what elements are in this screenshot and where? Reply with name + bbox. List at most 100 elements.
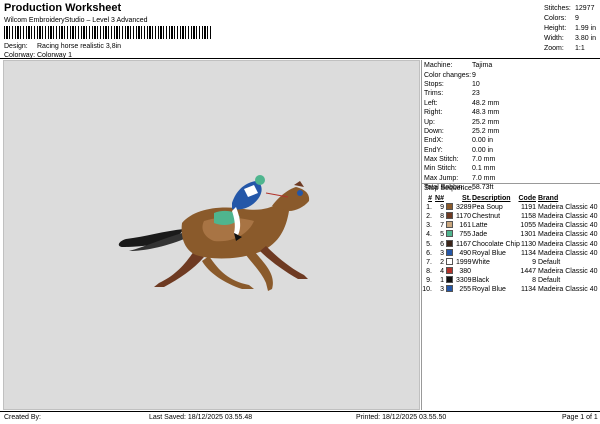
stat-label: Stitches:	[544, 4, 571, 12]
row-needle: 4	[440, 267, 444, 275]
row-swatch	[446, 284, 456, 294]
row-brand: Madeira Classic 40	[538, 267, 598, 275]
row-description: Pea Soup	[472, 204, 503, 212]
info-value: Tajima	[472, 62, 493, 70]
stat-value: 1:1	[575, 44, 585, 52]
row-swatch	[446, 275, 456, 285]
info-label: Stops:	[424, 80, 444, 88]
last-saved: Last Saved: 18/12/2025 03.55.48	[149, 414, 253, 421]
thread-color-swatch	[446, 266, 453, 274]
table-row: 8. 4 380 1447 Madeira Classic 40	[422, 266, 600, 276]
info-row: Max Jump: 7.0 mm	[424, 174, 600, 183]
row-description: Chocolate Chip	[472, 240, 520, 248]
created-by: Created By:	[4, 414, 41, 421]
row-code: 1134	[520, 249, 536, 257]
row-swatch	[446, 266, 456, 276]
info-value: 58.73ft	[472, 184, 494, 192]
info-label: Max Jump:	[424, 174, 459, 182]
thread-color-swatch	[446, 230, 453, 238]
stat-label: Height:	[544, 24, 567, 32]
stat-value: 1.99 in	[575, 24, 597, 32]
info-value: 48.3 mm	[472, 109, 500, 117]
stat-label: Colors:	[544, 14, 567, 22]
table-row: 10. 3 255 Royal Blue 1134 Madeira Classic 40	[422, 284, 600, 294]
row-brand: Madeira Classic 40	[538, 231, 598, 239]
info-value: 0.1 mm	[472, 165, 496, 173]
info-label: Left:	[424, 99, 438, 107]
table-row: 7. 2 1999 White 9 Default	[422, 257, 600, 267]
stat-label: Width:	[544, 34, 564, 42]
row-swatch	[446, 212, 456, 221]
machine-info: Machine: Tajima Color changes: 9 Stops: 10 …	[422, 60, 600, 192]
thread-color-swatch	[446, 203, 453, 211]
row-needle: 7	[440, 222, 444, 230]
row-code: 8	[532, 276, 536, 284]
horse-blinker	[297, 190, 303, 196]
col-no: #	[428, 195, 432, 203]
col-description: Description	[472, 195, 511, 203]
row-code: 9	[532, 258, 536, 266]
stop-sequence-table: # N# St. Description Code Brand 1. 9 3289 P…	[422, 194, 600, 294]
row-number: 5.	[426, 240, 432, 248]
row-description: Chestnut	[472, 213, 501, 221]
row-swatch	[446, 257, 456, 267]
jockey-silks	[232, 181, 262, 210]
row-number: 2.	[426, 213, 432, 221]
design-value: Racing horse realistic 3,8in	[37, 43, 122, 50]
info-row: Down: 25.2 mm	[424, 127, 600, 136]
design-row: Design: Racing horse realistic 3,8in	[4, 43, 121, 50]
row-description: White	[472, 258, 490, 266]
info-value: 25.2 mm	[472, 118, 500, 126]
info-row: Machine: Tajima	[424, 61, 600, 70]
info-row: Trims: 23	[424, 89, 600, 98]
row-stitches: 755	[459, 231, 471, 239]
row-swatch	[446, 203, 456, 212]
row-stitches: 161	[459, 222, 471, 230]
stat-width: Width: 3.80 in	[544, 33, 600, 43]
stop-sequence-title: Stop Sequence:	[424, 185, 474, 192]
thread-color-swatch	[446, 221, 453, 229]
info-value: 48.2 mm	[472, 99, 500, 107]
thread-color-swatch	[446, 248, 453, 256]
info-value: 23	[472, 90, 480, 98]
table-row: 3. 7 161 Latte 1055 Madeira Classic 40	[422, 221, 600, 230]
stat-value: 3.80 in	[575, 34, 597, 42]
row-needle: 9	[440, 204, 444, 212]
info-label: Up:	[424, 118, 435, 126]
row-needle: 3	[440, 285, 444, 293]
info-label: Max Stitch:	[424, 156, 459, 164]
col-stitches: St.	[462, 195, 471, 203]
row-needle: 2	[440, 258, 444, 266]
stat-value: 9	[575, 14, 579, 22]
info-value: 10	[472, 80, 480, 88]
page-number: Page 1 of 1	[562, 414, 598, 421]
table-row: 5. 6 1167 Chocolate Chip 1130 Madeira Classic…	[422, 239, 600, 248]
row-brand: Madeira Classic 40	[538, 204, 598, 212]
horse-neck	[272, 187, 310, 211]
thread-color-swatch	[446, 275, 453, 283]
row-needle: 3	[440, 249, 444, 257]
row-description: Royal Blue	[472, 285, 506, 293]
row-needle: 5	[440, 231, 444, 239]
row-stitches: 3289	[456, 204, 472, 212]
row-swatch	[446, 221, 456, 230]
row-needle: 1	[440, 276, 444, 284]
stat-height: Height: 1.99 in	[544, 23, 600, 33]
row-stitches: 255	[459, 285, 471, 293]
row-needle: 8	[440, 213, 444, 221]
info-row: Up: 25.2 mm	[424, 117, 600, 126]
info-label: Right:	[424, 109, 443, 117]
row-number: 1.	[426, 204, 432, 212]
info-label: Trims:	[424, 90, 444, 98]
row-needle: 6	[440, 240, 444, 248]
design-stats: Stitches: 12977 Colors: 9 Height: 1.99 in W…	[544, 3, 600, 53]
row-code: 1447	[520, 267, 536, 275]
barcode	[4, 26, 212, 39]
horse-hind-leg	[154, 251, 204, 287]
software-subtitle: Wilcom EmbroideryStudio – Level 3 Advanc…	[4, 17, 148, 24]
info-value: 25.2 mm	[472, 127, 500, 135]
col-code: Code	[518, 195, 537, 203]
horse-ear	[294, 181, 304, 187]
info-label: Color changes:	[424, 71, 472, 79]
row-code: 1134	[520, 285, 536, 293]
